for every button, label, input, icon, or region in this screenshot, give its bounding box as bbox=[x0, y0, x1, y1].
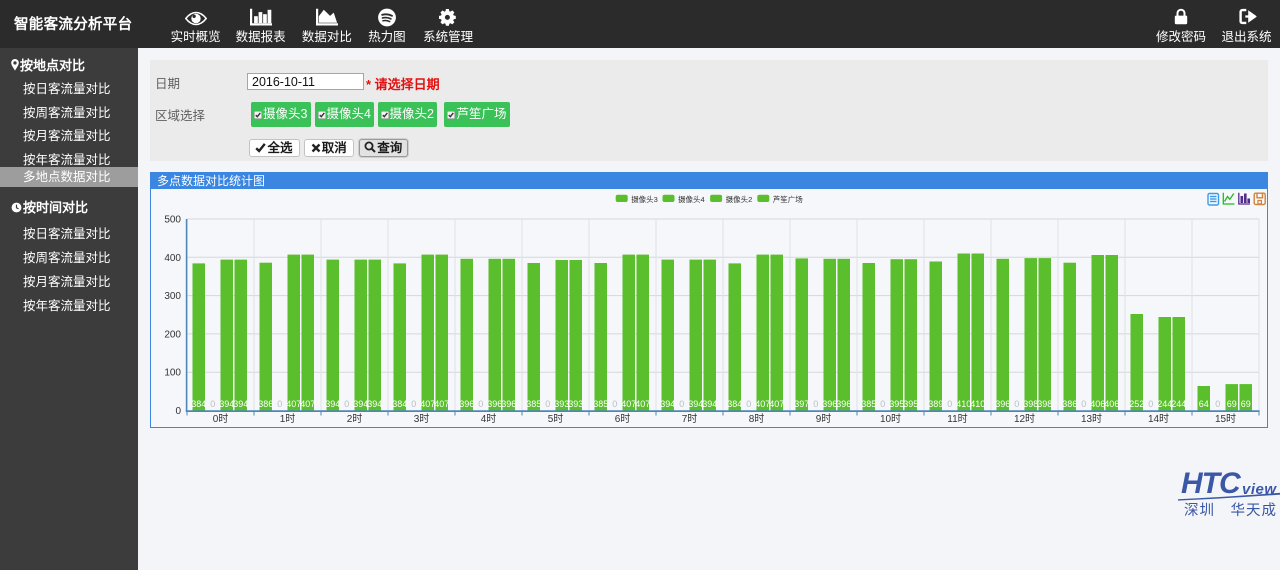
svg-text:394: 394 bbox=[219, 399, 234, 409]
svg-text:0: 0 bbox=[880, 399, 885, 409]
svg-text:6时: 6时 bbox=[615, 413, 631, 425]
svg-text:386: 386 bbox=[1062, 399, 1077, 409]
svg-text:394: 394 bbox=[688, 399, 703, 409]
svg-text:393: 393 bbox=[568, 399, 583, 409]
svg-text:386: 386 bbox=[258, 399, 273, 409]
svg-text:芦笙广场: 芦笙广场 bbox=[773, 194, 803, 204]
svg-text:0: 0 bbox=[344, 399, 349, 409]
svg-text:407: 407 bbox=[635, 399, 650, 409]
svg-text:4时: 4时 bbox=[481, 413, 497, 425]
svg-text:2时: 2时 bbox=[347, 413, 363, 425]
svg-text:0: 0 bbox=[545, 399, 550, 409]
svg-text:0: 0 bbox=[210, 399, 215, 409]
svg-text:394: 394 bbox=[325, 399, 340, 409]
svg-text:15时: 15时 bbox=[1215, 413, 1236, 425]
svg-text:69: 69 bbox=[1227, 399, 1237, 409]
svg-text:69: 69 bbox=[1241, 399, 1251, 409]
svg-text:5时: 5时 bbox=[548, 413, 564, 425]
svg-text:398: 398 bbox=[1023, 399, 1038, 409]
svg-text:396: 396 bbox=[501, 399, 516, 409]
svg-text:406: 406 bbox=[1090, 399, 1105, 409]
svg-text:394: 394 bbox=[702, 399, 717, 409]
svg-text:0时: 0时 bbox=[213, 413, 229, 425]
svg-text:394: 394 bbox=[367, 399, 382, 409]
svg-text:3时: 3时 bbox=[414, 413, 430, 425]
svg-text:385: 385 bbox=[593, 399, 608, 409]
svg-text:406: 406 bbox=[1104, 399, 1119, 409]
svg-text:300: 300 bbox=[164, 291, 181, 302]
svg-text:398: 398 bbox=[1037, 399, 1052, 409]
svg-text:0: 0 bbox=[947, 399, 952, 409]
svg-text:8时: 8时 bbox=[749, 413, 765, 425]
svg-text:7时: 7时 bbox=[682, 413, 698, 425]
svg-text:393: 393 bbox=[554, 399, 569, 409]
svg-text:0: 0 bbox=[1081, 399, 1086, 409]
svg-text:0: 0 bbox=[746, 399, 751, 409]
svg-text:200: 200 bbox=[164, 329, 181, 340]
svg-text:0: 0 bbox=[478, 399, 483, 409]
svg-text:400: 400 bbox=[164, 253, 181, 264]
svg-text:394: 394 bbox=[233, 399, 248, 409]
svg-text:396: 396 bbox=[459, 399, 474, 409]
svg-text:407: 407 bbox=[621, 399, 636, 409]
svg-text:389: 389 bbox=[928, 399, 943, 409]
svg-text:0: 0 bbox=[679, 399, 684, 409]
svg-text:395: 395 bbox=[903, 399, 918, 409]
svg-text:244: 244 bbox=[1171, 399, 1186, 409]
svg-text:410: 410 bbox=[956, 399, 971, 409]
svg-text:0: 0 bbox=[1215, 399, 1220, 409]
svg-text:396: 396 bbox=[822, 399, 837, 409]
svg-text:396: 396 bbox=[836, 399, 851, 409]
svg-text:407: 407 bbox=[769, 399, 784, 409]
svg-text:10时: 10时 bbox=[880, 413, 901, 425]
svg-text:385: 385 bbox=[526, 399, 541, 409]
svg-text:0: 0 bbox=[1148, 399, 1153, 409]
svg-text:0: 0 bbox=[175, 406, 181, 417]
svg-text:摄像头2: 摄像头2 bbox=[726, 194, 753, 204]
svg-text:244: 244 bbox=[1157, 399, 1172, 409]
svg-text:397: 397 bbox=[794, 399, 809, 409]
svg-text:0: 0 bbox=[612, 399, 617, 409]
svg-text:384: 384 bbox=[392, 399, 407, 409]
svg-text:407: 407 bbox=[755, 399, 770, 409]
svg-text:0: 0 bbox=[1014, 399, 1019, 409]
svg-text:摄像头3: 摄像头3 bbox=[631, 194, 658, 204]
svg-text:395: 395 bbox=[889, 399, 904, 409]
svg-text:407: 407 bbox=[286, 399, 301, 409]
svg-text:252: 252 bbox=[1129, 399, 1144, 409]
svg-text:385: 385 bbox=[861, 399, 876, 409]
svg-text:100: 100 bbox=[164, 368, 181, 379]
svg-text:摄像头4: 摄像头4 bbox=[678, 194, 705, 204]
svg-text:12时: 12时 bbox=[1014, 413, 1035, 425]
svg-text:9时: 9时 bbox=[816, 413, 832, 425]
svg-text:13时: 13时 bbox=[1081, 413, 1102, 425]
svg-text:384: 384 bbox=[727, 399, 742, 409]
svg-text:384: 384 bbox=[191, 399, 206, 409]
svg-text:11时: 11时 bbox=[947, 413, 967, 425]
svg-text:500: 500 bbox=[164, 215, 181, 226]
svg-text:410: 410 bbox=[970, 399, 985, 409]
svg-text:407: 407 bbox=[300, 399, 315, 409]
svg-text:394: 394 bbox=[660, 399, 675, 409]
svg-text:407: 407 bbox=[420, 399, 435, 409]
svg-text:396: 396 bbox=[487, 399, 502, 409]
svg-text:64: 64 bbox=[1199, 399, 1209, 409]
svg-text:1时: 1时 bbox=[280, 413, 296, 425]
svg-text:394: 394 bbox=[353, 399, 368, 409]
svg-text:0: 0 bbox=[411, 399, 416, 409]
svg-text:14时: 14时 bbox=[1148, 413, 1169, 425]
svg-text:0: 0 bbox=[813, 399, 818, 409]
svg-text:407: 407 bbox=[434, 399, 449, 409]
svg-text:396: 396 bbox=[995, 399, 1010, 409]
svg-text:0: 0 bbox=[277, 399, 282, 409]
